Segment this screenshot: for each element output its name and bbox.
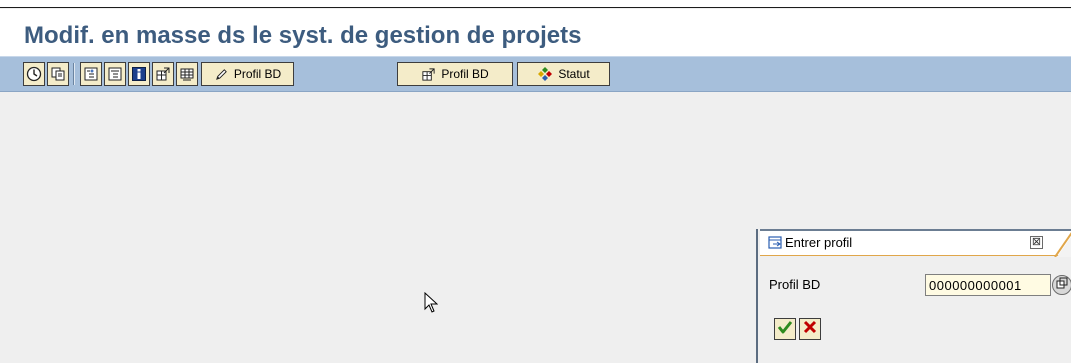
status-icon — [537, 66, 553, 82]
profil-bd-input[interactable] — [925, 274, 1051, 296]
toolbar-separator — [73, 63, 75, 85]
mouse-cursor-icon — [424, 292, 438, 313]
value-help-button[interactable] — [1052, 275, 1071, 295]
cancel-x-icon — [803, 320, 817, 339]
profil-bd-export-button[interactable]: Profil BD — [397, 62, 513, 86]
execute-button[interactable] — [23, 62, 45, 86]
expand-all-button[interactable] — [80, 62, 102, 86]
info-icon — [131, 66, 147, 82]
profil-bd-edit-button[interactable]: Profil BD — [201, 62, 294, 86]
dialog-header: Entrer profil ⊠ — [760, 229, 1071, 257]
pencil-icon — [214, 67, 229, 82]
page-title: Modif. en masse ds le syst. de gestion d… — [24, 22, 582, 49]
value-help-icon — [1056, 276, 1068, 294]
dialog-header-corner — [1054, 232, 1071, 257]
export-icon — [155, 66, 171, 82]
dialog-window-icon — [768, 236, 783, 255]
table-button[interactable] — [176, 62, 198, 86]
collapse-icon — [107, 66, 123, 82]
copy-button[interactable] — [47, 62, 69, 86]
top-border — [0, 0, 1071, 8]
dialog-title: Entrer profil — [785, 235, 853, 250]
copy-icon — [50, 66, 66, 82]
status-label: Statut — [558, 67, 590, 81]
expand-icon — [83, 66, 99, 82]
export-button[interactable] — [152, 62, 174, 86]
dialog-close-button[interactable]: ⊠ — [1030, 236, 1043, 249]
application-toolbar: Profil BD Profil BD Statut — [0, 56, 1071, 92]
close-icon: ⊠ — [1031, 236, 1042, 248]
accept-button[interactable] — [774, 318, 796, 340]
info-button[interactable] — [128, 62, 150, 86]
profil-bd-field-label: Profil BD — [769, 277, 821, 292]
profil-bd-export-label: Profil BD — [441, 67, 489, 81]
status-button[interactable]: Statut — [517, 62, 610, 86]
checkmark-icon — [777, 319, 793, 340]
export-icon — [421, 67, 436, 82]
execute-clock-icon — [26, 66, 42, 82]
cancel-button[interactable] — [799, 318, 821, 340]
profil-bd-edit-label: Profil BD — [233, 67, 282, 81]
table-icon — [179, 66, 195, 82]
enter-profile-dialog: Entrer profil ⊠ Profil BD — [756, 229, 1071, 363]
collapse-all-button[interactable] — [104, 62, 126, 86]
title-bar: Modif. en masse ds le syst. de gestion d… — [0, 9, 1071, 56]
